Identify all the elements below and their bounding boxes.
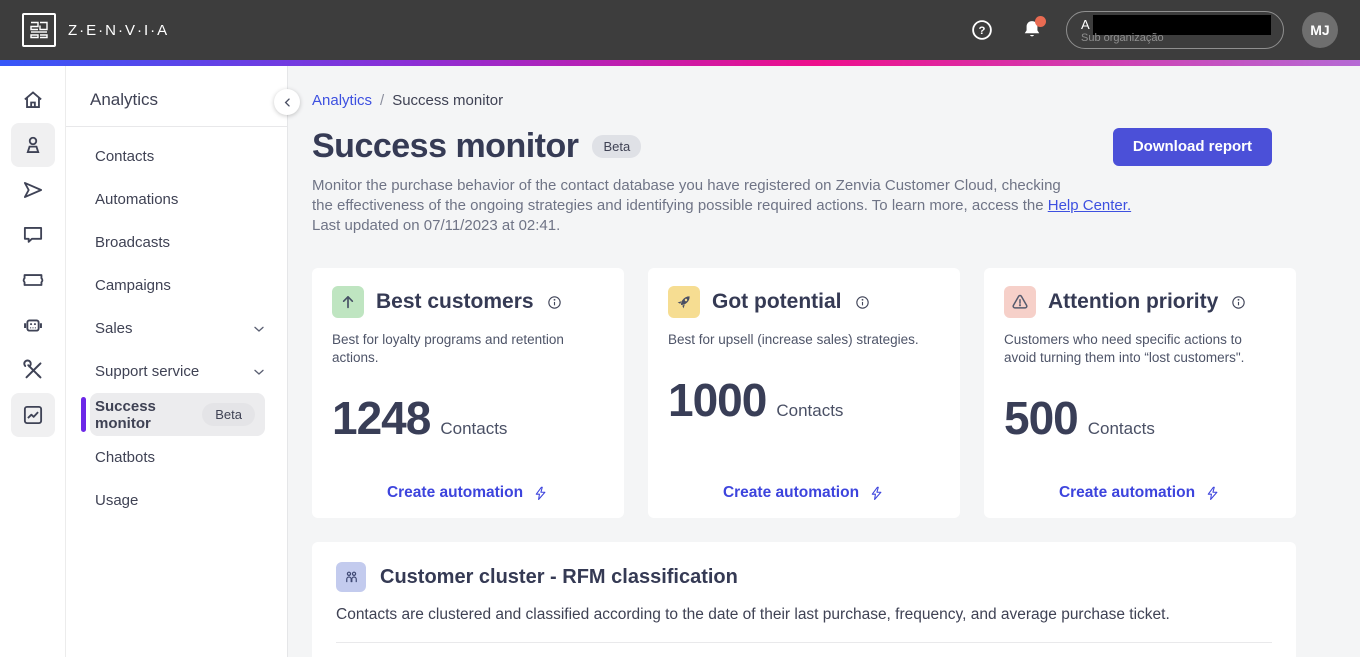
help-button[interactable]: ? [966, 14, 998, 46]
breadcrumb: Analytics / Success monitor [312, 92, 1296, 109]
best-customers-card: Best customers Best for loyalty programs… [312, 268, 624, 518]
card-title: Got potential [712, 290, 842, 313]
paper-plane-icon [23, 182, 42, 198]
rail-item-tools[interactable] [11, 348, 55, 392]
contact-count-label: Contacts [776, 401, 844, 420]
tools-icon [22, 359, 41, 379]
chat-bubble-icon [23, 227, 42, 243]
rail-item-tickets[interactable] [11, 258, 55, 302]
person-icon [26, 136, 39, 153]
cluster-title: Customer cluster - RFM classification [380, 565, 738, 588]
page-description: Monitor the purchase behavior of the con… [312, 177, 1132, 234]
people-icon [336, 562, 366, 592]
svg-text:?: ? [979, 25, 986, 37]
robot-icon [23, 319, 42, 332]
card-description: Best for upsell (increase sales) strateg… [668, 332, 919, 347]
card-title: Best customers [376, 290, 534, 313]
rail-item-chatbot[interactable] [11, 303, 55, 347]
rail-item-chat[interactable] [11, 213, 55, 257]
contact-count-label: Contacts [440, 419, 508, 438]
info-icon[interactable] [854, 294, 871, 311]
cluster-description: Contacts are clustered and classified ac… [336, 606, 1170, 623]
notifications-button[interactable] [1016, 14, 1048, 46]
chevron-left-icon [284, 97, 290, 107]
org-name-text: A [1081, 17, 1090, 32]
brand: Z·E·N·V·I·A [22, 13, 169, 47]
card-title: Attention priority [1048, 290, 1219, 313]
sidebar-item-support-service[interactable]: Support service [66, 350, 287, 393]
card-description: Customers who need specific actions to a… [1004, 332, 1245, 365]
sidebar-item-campaigns[interactable]: Campaigns [66, 264, 287, 307]
sidebar-item-contacts[interactable]: Contacts [66, 135, 287, 178]
sub-organization-label: Sub organização [1081, 32, 1164, 44]
ticket-icon [22, 274, 43, 286]
breadcrumb-current: Success monitor [392, 92, 504, 109]
main-content: Analytics / Success monitor Success moni… [288, 66, 1360, 657]
contact-count: 500 [1004, 392, 1079, 444]
info-icon[interactable] [1230, 294, 1247, 311]
chevron-down-icon [254, 326, 264, 332]
home-icon [23, 91, 42, 108]
beta-badge: Beta [202, 403, 255, 426]
page-title: Success monitor [312, 127, 579, 165]
chevron-down-icon [254, 369, 264, 375]
card-description: Best for loyalty programs and retention … [332, 332, 564, 365]
notification-dot [1035, 16, 1046, 27]
lightning-bolt-icon [535, 486, 546, 500]
metric-cards-row: Best customers Best for loyalty programs… [312, 268, 1296, 518]
icon-rail [0, 66, 66, 657]
brand-name: Z·E·N·V·I·A [68, 21, 170, 39]
rocket-icon [668, 286, 700, 318]
last-updated-text: Last updated on 07/11/2023 at 02:41. [312, 217, 561, 234]
line-chart-icon [23, 405, 42, 425]
sidebar-menu: Contacts Automations Broadcasts Campaign… [66, 127, 287, 522]
zenvia-logo-icon [22, 13, 56, 47]
warning-triangle-icon [1004, 286, 1036, 318]
sidebar-item-success-monitor[interactable]: Success monitor Beta [81, 393, 265, 436]
attention-priority-card: Attention priority Customers who need sp… [984, 268, 1296, 518]
page-beta-badge: Beta [592, 135, 642, 158]
top-bar: Z·E·N·V·I·A ? A Sub organização MJ [0, 0, 1360, 60]
sidebar: Analytics Contacts Automations Broadcast… [66, 66, 300, 657]
help-center-link[interactable]: Help Center. [1048, 197, 1131, 214]
breadcrumb-separator: / [380, 92, 385, 109]
sidebar-item-usage[interactable]: Usage [66, 479, 287, 522]
create-automation-button[interactable]: Create automation [1059, 484, 1221, 502]
breadcrumb-analytics-link[interactable]: Analytics [312, 92, 372, 109]
rail-item-contacts[interactable] [10, 123, 55, 167]
contact-count: 1248 [332, 392, 431, 444]
sidebar-item-broadcasts[interactable]: Broadcasts [66, 221, 287, 264]
got-potential-card: Got potential Best for upsell (increase … [648, 268, 960, 518]
lightning-bolt-icon [1207, 486, 1218, 500]
sidebar-item-sales[interactable]: Sales [66, 307, 287, 350]
sidebar-item-automations[interactable]: Automations [66, 178, 287, 221]
organization-selector[interactable]: A Sub organização [1066, 11, 1284, 49]
lightning-bolt-icon [871, 486, 882, 500]
help-icon: ? [972, 20, 992, 40]
sidebar-item-chatbots[interactable]: Chatbots [66, 436, 287, 479]
customer-cluster-card: Customer cluster - RFM classification Co… [312, 542, 1296, 657]
create-automation-button[interactable]: Create automation [387, 484, 549, 502]
info-icon[interactable] [546, 294, 563, 311]
rail-item-analytics[interactable] [10, 393, 55, 437]
arrow-up-icon [332, 286, 364, 318]
download-report-button[interactable]: Download report [1112, 127, 1272, 166]
sidebar-title: Analytics [90, 90, 159, 109]
contact-count-label: Contacts [1087, 419, 1155, 438]
divider [336, 642, 1272, 643]
create-automation-button[interactable]: Create automation [723, 484, 885, 502]
user-avatar[interactable]: MJ [1302, 12, 1338, 48]
rail-item-broadcasts[interactable] [11, 168, 55, 212]
contact-count: 1000 [668, 374, 767, 426]
sidebar-collapse-button[interactable] [274, 89, 300, 115]
rail-item-home[interactable] [11, 78, 55, 122]
